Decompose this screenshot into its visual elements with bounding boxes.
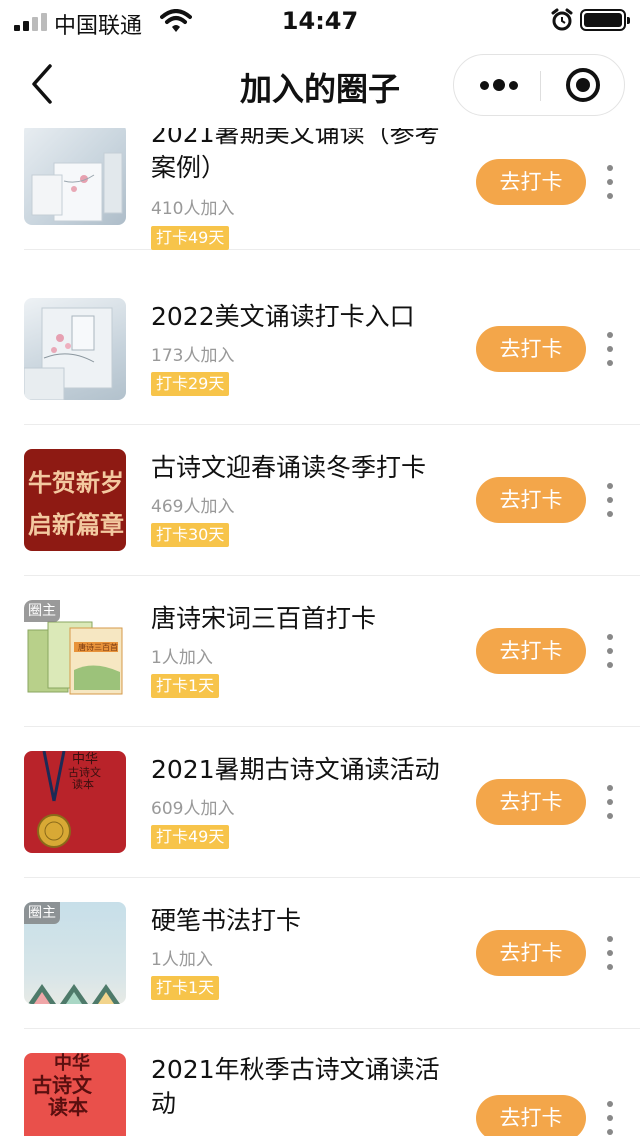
member-count: 1人加入 — [151, 950, 213, 970]
more-options-icon[interactable] — [602, 933, 618, 973]
checkin-button[interactable]: 去打卡 — [476, 628, 586, 674]
clock-time: 14:47 — [281, 7, 359, 35]
checkin-button[interactable]: 去打卡 — [476, 159, 586, 205]
checkin-button[interactable]: 去打卡 — [476, 477, 586, 523]
circle-name: 2021暑期古诗文诵读活动 — [151, 755, 440, 784]
owner-badge: 圈主 — [24, 600, 60, 622]
list-item[interactable]: 圈主 硬笔书法打卡 1人加入 打卡1天 去打卡 — [24, 878, 640, 1029]
circle-name: 硬笔书法打卡 — [151, 906, 302, 935]
alarm-clock-icon — [551, 8, 573, 31]
circle-name: 唐诗宋词三百首打卡 — [151, 604, 377, 633]
more-options-icon[interactable] — [602, 162, 618, 202]
checkin-button[interactable]: 去打卡 — [476, 1095, 586, 1136]
checkin-days-badge: 打卡30天 — [151, 523, 230, 547]
poetry-paper-thumbnail — [24, 298, 126, 400]
mini-program-capsule — [453, 54, 625, 116]
more-options-icon[interactable] — [602, 782, 618, 822]
close-mini-program-icon[interactable] — [541, 55, 625, 115]
checkin-days-badge: 打卡29天 — [151, 372, 230, 396]
member-count: 469人加入 — [151, 497, 235, 517]
book-thumbnail: 圈主 唐诗三百首 — [24, 600, 126, 702]
list-item[interactable]: 中华 古诗文 读本 2021年秋季古诗文诵读活动 去打卡 — [24, 1029, 640, 1136]
navigation-bar: 加入的圈子 — [0, 42, 640, 128]
calligraphy-thumbnail: 牛贺新岁 启新篇章 — [24, 449, 126, 551]
list-item[interactable]: 2022美文诵读打卡入口 173人加入 打卡29天 去打卡 — [24, 274, 640, 425]
member-count: 609人加入 — [151, 799, 235, 819]
more-options-icon[interactable] — [602, 480, 618, 520]
poetry-paper-thumbnail — [24, 123, 126, 225]
member-count: 1人加入 — [151, 648, 213, 668]
member-count: 173人加入 — [151, 346, 235, 366]
circle-name: 2022美文诵读打卡入口 — [151, 302, 415, 331]
checkin-button[interactable]: 去打卡 — [476, 930, 586, 976]
book-cover-thumbnail: 中华 古诗文 读本 — [24, 1053, 126, 1136]
checkin-days-badge: 打卡1天 — [151, 674, 220, 698]
checkin-days-badge: 打卡1天 — [151, 976, 220, 1000]
more-options-icon[interactable] — [602, 1098, 618, 1136]
checkin-days-badge: 打卡49天 — [151, 226, 230, 250]
checkin-days-badge: 打卡49天 — [151, 825, 230, 849]
battery-icon — [580, 9, 630, 31]
list-item[interactable]: 圈主 唐诗三百首 唐诗宋词三百首打卡 1人加入 打卡1天 去打卡 — [24, 576, 640, 727]
medal-thumbnail: 中华 古诗文 读本 — [24, 751, 126, 853]
more-options-icon[interactable] — [602, 329, 618, 369]
checkin-button[interactable]: 去打卡 — [476, 326, 586, 372]
member-count: 410人加入 — [151, 199, 235, 219]
circle-list: 2021暑期美文诵读（参考案例） 410人加入 打卡49天 去打卡 2022美文… — [0, 0, 640, 1136]
checkin-button[interactable]: 去打卡 — [476, 779, 586, 825]
list-item[interactable]: 牛贺新岁 启新篇章 古诗文迎春诵读冬季打卡 469人加入 打卡30天 去打卡 — [24, 425, 640, 576]
landscape-thumbnail: 圈主 — [24, 902, 126, 1004]
more-options-icon[interactable] — [602, 631, 618, 671]
list-item[interactable]: 中华 古诗文 读本 2021暑期古诗文诵读活动 609人加入 打卡49天 去打卡 — [24, 727, 640, 878]
circle-name: 古诗文迎春诵读冬季打卡 — [151, 453, 427, 482]
circle-name: 2021年秋季古诗文诵读活动 — [151, 1055, 440, 1118]
status-bar: 中国联通 14:47 — [0, 0, 640, 42]
owner-badge: 圈主 — [24, 902, 60, 924]
more-menu-icon[interactable] — [454, 55, 540, 115]
